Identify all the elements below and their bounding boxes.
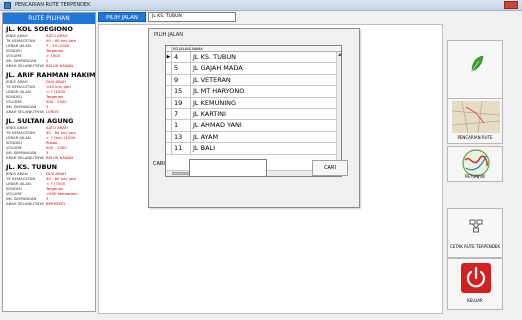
road-name: JL. ARIF RAHMAN HAKIM — [6, 71, 96, 79]
road-name: JL. KS. TUBUN — [6, 163, 58, 171]
road-name: JL. KOL SOEGIONO — [6, 25, 73, 33]
cari-button[interactable]: CARI — [312, 160, 348, 176]
power-icon — [461, 263, 491, 293]
road-attribute-value: <500 kendaraan — [46, 191, 78, 196]
road-block: JL. KOL SOEGIONO JENIS ARAH SATU ARAH TK KE… — [3, 24, 95, 70]
nama-jalan-cell: JL MT HARYONO — [193, 87, 245, 96]
network-icon — [469, 219, 483, 233]
table-row[interactable]: ▶ 4 JL KS. TUBUN — [166, 52, 341, 64]
nama-jalan-cell: JL BALI — [193, 144, 216, 153]
nama-jalan-cell: JL KARTINI — [193, 109, 226, 118]
pencarian-rute-label: PENCARIAN RUTE — [457, 135, 493, 140]
petunjuk-button[interactable]: PETUNJUK — [447, 146, 503, 182]
nama-jalan-cell: JL GAJAH MADA — [193, 64, 243, 73]
road-attribute-key: ARAH SELANJUTNYA — [6, 201, 44, 206]
route-road-list: JL. KOL SOEGIONO JENIS ARAH SATU ARAH TK KE… — [3, 24, 95, 208]
road-attribute-row: ARAH SELANJUTNYA LURUS — [6, 109, 92, 114]
sidebar-header: RUTE PILIHAN — [3, 13, 95, 24]
petunjuk-label: PETUNJUK — [464, 174, 486, 179]
table-row[interactable]: 7 JL KARTINI — [166, 108, 341, 121]
keluar-button[interactable]: KELUAR — [447, 258, 503, 310]
road-attribute-row: ARAH SELANJUTNYA BELOK KANAN — [6, 63, 92, 68]
leaf-icon — [471, 55, 484, 72]
kd-jalan-cell: 5 — [172, 63, 191, 74]
route-sidebar: RUTE PILIHAN JL. KOL SOEGIONO JENIS ARAH S… — [2, 12, 96, 312]
cari-input[interactable] — [189, 159, 267, 177]
pilih-jalan-tab[interactable]: PILIH JALAN — [98, 12, 146, 22]
table-row[interactable]: 13 JL AYAM — [166, 131, 341, 144]
pilih-jalan-dialog: PILIH JALAN KD JALAN NAMA ▶ 4 JL KS. TUBUN… — [148, 28, 360, 208]
kd-jalan-cell: 15 — [172, 86, 191, 97]
window-close-button[interactable] — [504, 1, 518, 9]
road-attribute-row: ARAH SELANJUTNYA BELOK KANAN — [6, 155, 92, 160]
road-attribute-value: LURUS — [46, 109, 59, 114]
road-attribute-value: BELOK KANAN — [46, 63, 73, 68]
table-row[interactable]: 5 JL GAJAH MADA — [166, 63, 341, 75]
keluar-label: KELUAR — [467, 298, 483, 303]
cetak-rute-button[interactable]: CETAK RUTE TERPENDEK — [447, 208, 503, 258]
grid-col-kd-jalan[interactable]: KD JALAN — [172, 46, 191, 51]
window-title: PENCARIAN RUTE TERPENDEK — [15, 2, 91, 8]
grid-col-nama[interactable]: NAMA — [191, 46, 341, 51]
kd-jalan-cell: 1 — [172, 120, 191, 131]
grid-vertical-scrollbar[interactable] — [336, 52, 341, 170]
kd-jalan-cell: 7 — [172, 108, 191, 120]
table-row[interactable]: 11 JL BALI — [166, 143, 341, 155]
kd-jalan-cell: 9 — [172, 74, 191, 86]
table-row[interactable]: 1 JL AHMAD YANI — [166, 120, 341, 132]
table-row[interactable]: 19 JL KEMUNING — [166, 97, 341, 109]
road-attribute-key: ARAH SELANJUTNYA — [6, 155, 44, 160]
map-thumbnail-icon — [452, 101, 500, 133]
road-attribute-key: ARAH SELANJUTNYA — [6, 63, 44, 68]
road-grid[interactable]: KD JALAN NAMA ▶ 4 JL KS. TUBUN 5 JL GAJAH MA… — [165, 45, 342, 177]
road-block: JL. SULTAN AGUNG JENIS ARAH SATU ARAH TK KE… — [3, 116, 95, 162]
nama-jalan-cell: JL VETERAN — [193, 75, 231, 84]
cari-label: CARI — [153, 161, 165, 167]
pencarian-rute-button[interactable]: PENCARIAN RUTE — [447, 98, 503, 144]
nama-jalan-cell: JL KEMUNING — [193, 98, 237, 107]
road-attribute-value: BELOK KANAN — [46, 155, 73, 160]
kd-jalan-cell: 13 — [172, 131, 191, 143]
road-attribute-value: BERHENTI — [46, 201, 66, 206]
road-attribute-value: 500 - 1000 — [46, 145, 67, 150]
kd-jalan-cell: 19 — [172, 97, 191, 108]
kd-jalan-cell: 11 — [172, 143, 191, 154]
window-titlebar: PENCARIAN RUTE TERPENDEK — [0, 0, 522, 11]
nama-jalan-cell: JL AHMAD YANI — [193, 121, 242, 130]
road-attribute-key: ARAH SELANJUTNYA — [6, 109, 44, 114]
table-row[interactable]: 15 JL MT HARYONO — [166, 86, 341, 98]
cetak-rute-label: CETAK RUTE TERPENDEK — [450, 244, 500, 249]
nama-jalan-cell: JL AYAM — [193, 132, 219, 141]
dialog-title: PILIH JALAN — [154, 32, 183, 38]
road-attribute-value: 500 - 1000 — [46, 99, 67, 104]
road-name: JL. SULTAN AGUNG — [6, 117, 74, 125]
grid-rows: ▶ 4 JL KS. TUBUN 5 JL GAJAH MADA 9 JL VETERAN 1… — [166, 52, 341, 155]
road-block: JL. ARIF RAHMAN HAKIM JENIS ARAH DUA ARAH T… — [3, 70, 95, 116]
road-block: JL. KS. TUBUN JENIS ARAH DUA ARAH TK KEMACE… — [3, 162, 95, 208]
kd-jalan-cell: 4 — [172, 52, 191, 63]
nama-jalan-cell: JL KS. TUBUN — [193, 53, 236, 61]
app-icon — [4, 2, 11, 9]
table-row[interactable]: 9 JL VETERAN — [166, 74, 341, 87]
road-search-input[interactable]: JL KS. TUBUN — [148, 12, 236, 22]
road-attribute-row: ARAH SELANJUTNYA BERHENTI — [6, 201, 92, 206]
scroll-up-arrow-icon[interactable] — [337, 53, 341, 56]
